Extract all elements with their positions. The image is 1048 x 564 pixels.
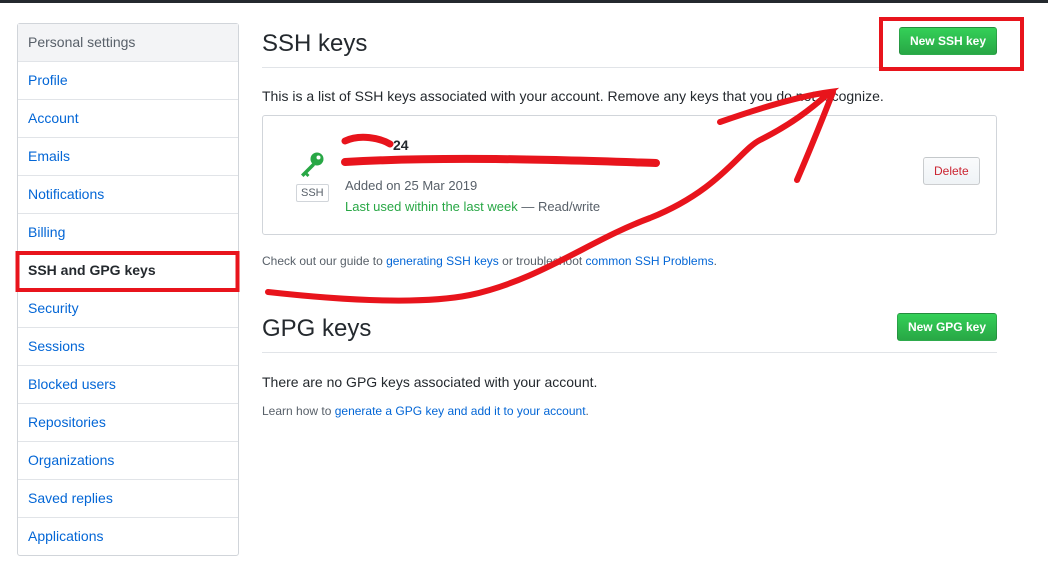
ssh-description: This is a list of SSH keys associated wi… (262, 88, 884, 104)
learn-prefix: Learn how to (262, 404, 335, 418)
sidebar-item-blocked-users[interactable]: Blocked users (18, 366, 238, 404)
guide-prefix: Check out our guide to (262, 254, 387, 268)
key-last-used: Last used within the last week — Read/wr… (345, 199, 600, 214)
sidebar-item-label: Sessions (28, 338, 85, 354)
settings-sidebar: Personal settings Profile Account Emails… (17, 23, 239, 556)
learn-suffix: . (585, 404, 589, 418)
sidebar-item-applications[interactable]: Applications (18, 518, 238, 555)
generate-gpg-key-link[interactable]: generate a GPG key and add it to your ac… (335, 404, 586, 418)
sidebar-item-notifications[interactable]: Notifications (18, 176, 238, 214)
sidebar-item-account[interactable]: Account (18, 100, 238, 138)
new-ssh-key-button[interactable]: New SSH key (898, 27, 997, 55)
sidebar-header: Personal settings (18, 24, 238, 62)
ssh-section-header: SSH keys New SSH key (262, 24, 997, 68)
sidebar-item-emails[interactable]: Emails (18, 138, 238, 176)
ssh-guide-text: Check out our guide to generating SSH ke… (262, 254, 717, 268)
gpg-learn-text: Learn how to generate a GPG key and add … (262, 404, 589, 418)
sidebar-item-label: Notifications (28, 186, 105, 202)
common-ssh-problems-link[interactable]: common SSH Problems (586, 254, 714, 268)
sidebar-item-organizations[interactable]: Organizations (18, 442, 238, 480)
key-title-suffix: 24 (393, 137, 409, 153)
sidebar-item-label: Organizations (28, 452, 115, 468)
sidebar-item-label: Profile (28, 72, 68, 88)
sidebar-item-label: Applications (28, 528, 104, 544)
generating-ssh-keys-link[interactable]: generating SSH keys (386, 254, 499, 268)
ssh-section-title: SSH keys (262, 30, 368, 57)
delete-key-button[interactable]: Delete (923, 157, 980, 185)
new-gpg-key-button[interactable]: New GPG key (896, 313, 997, 341)
sidebar-item-label: Blocked users (28, 376, 116, 392)
gpg-empty-message: There are no GPG keys associated with yo… (262, 374, 598, 390)
ssh-key-card: SSH 24 Added on 25 Mar 2019 Last used wi… (262, 115, 997, 235)
sidebar-item-ssh-gpg-keys[interactable]: SSH and GPG keys (18, 252, 238, 290)
sidebar-item-label: Repositories (28, 414, 106, 430)
sidebar-item-sessions[interactable]: Sessions (18, 328, 238, 366)
gpg-section-title: GPG keys (262, 315, 372, 342)
key-last-used-text: Last used within the last week (345, 199, 518, 214)
key-access-text: — Read/write (517, 199, 601, 214)
redacted-fingerprint (345, 158, 655, 168)
sidebar-item-label: Billing (28, 224, 66, 240)
ssh-badge: SSH (296, 184, 329, 202)
sidebar-item-label: Account (28, 110, 79, 126)
key-title: 24 (345, 137, 409, 153)
key-added-date: Added on 25 Mar 2019 (345, 178, 478, 193)
sidebar-item-saved-replies[interactable]: Saved replies (18, 480, 238, 518)
sidebar-item-billing[interactable]: Billing (18, 214, 238, 252)
gpg-section-header: GPG keys New GPG key (262, 309, 997, 353)
sidebar-item-label: SSH and GPG keys (28, 262, 156, 278)
sidebar-item-security[interactable]: Security (18, 290, 238, 328)
guide-suffix: . (713, 254, 717, 268)
main-content: SSH keys New SSH key This is a list of S… (262, 0, 998, 564)
guide-middle: or troubleshoot (498, 254, 586, 268)
key-icon (301, 152, 324, 177)
sidebar-item-label: Saved replies (28, 490, 113, 506)
sidebar-item-label: Emails (28, 148, 71, 164)
sidebar-item-repositories[interactable]: Repositories (18, 404, 238, 442)
sidebar-item-profile[interactable]: Profile (18, 62, 238, 100)
sidebar-item-label: Security (28, 300, 79, 316)
